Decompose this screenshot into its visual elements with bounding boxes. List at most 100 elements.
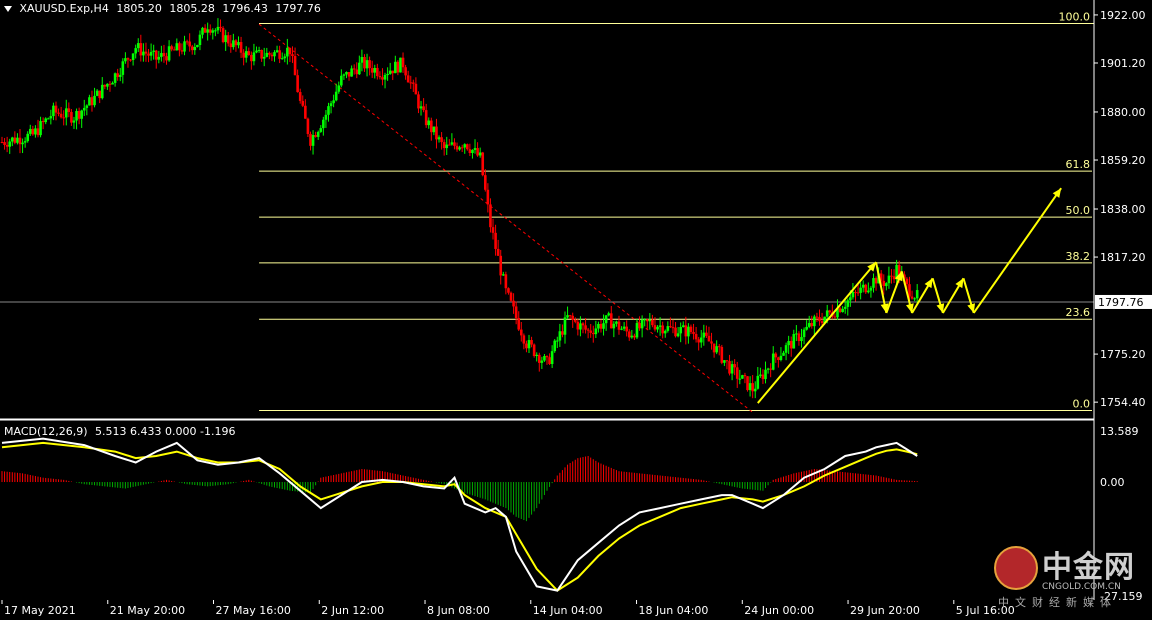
candle-body <box>730 364 734 374</box>
candle-body <box>530 340 533 345</box>
candle-body <box>720 346 724 363</box>
candle-body <box>537 354 541 363</box>
candle-body <box>525 343 528 349</box>
candle-body <box>782 352 785 356</box>
candle-body <box>771 353 775 370</box>
candle-body <box>103 84 107 87</box>
candle-body <box>725 360 729 362</box>
candle-body <box>579 323 582 330</box>
candle-body <box>756 375 760 389</box>
candle-body <box>890 275 893 277</box>
candle-body <box>468 149 472 154</box>
candle-body <box>301 100 305 106</box>
candle-body <box>638 323 641 329</box>
candle-body <box>640 319 644 329</box>
macd-axis-label: 0.00 <box>1100 476 1125 489</box>
candle-body <box>512 300 515 307</box>
candle-body <box>856 292 860 294</box>
candle-body <box>16 137 19 143</box>
fib-level-label: 23.6 <box>1066 306 1091 319</box>
watermark-name: 中金网 <box>1042 550 1135 585</box>
candle-body <box>378 76 382 78</box>
candle-body <box>828 310 832 313</box>
candle-body <box>172 49 176 51</box>
candle-body <box>72 120 76 123</box>
candle-body <box>167 46 171 61</box>
macd-panel <box>1 437 918 592</box>
candle-body <box>615 321 618 324</box>
candle-body <box>52 105 55 117</box>
candle-body <box>805 326 808 330</box>
symbol-label: XAUUSD.Exp,H4 <box>19 2 109 15</box>
candle-body <box>376 67 379 77</box>
time-axis-label: 24 Jun 00:00 <box>744 604 814 617</box>
trend-line <box>258 23 753 413</box>
candle-body <box>13 137 17 143</box>
candle-body <box>332 100 335 104</box>
time-axis-label: 29 Jun 20:00 <box>850 604 920 617</box>
candle-body <box>669 326 672 328</box>
candle-body <box>789 341 793 349</box>
candle-body <box>64 108 68 118</box>
candle-body <box>674 327 677 337</box>
price-axis-label: 1901.20 <box>1100 57 1146 70</box>
candle-body <box>504 274 508 289</box>
candle-body <box>764 369 767 380</box>
candle-body <box>3 142 6 145</box>
candle-body <box>363 56 366 69</box>
candle-body <box>617 321 621 330</box>
candle-body <box>584 325 587 330</box>
candle-body <box>810 323 814 327</box>
candle-body <box>543 356 546 361</box>
candle-body <box>373 67 377 73</box>
candle-body <box>748 383 752 391</box>
candle-body <box>651 319 654 326</box>
candle-body <box>280 58 284 60</box>
candle-body <box>892 276 896 280</box>
candle-body <box>352 68 356 70</box>
high-value: 1805.28 <box>169 2 215 15</box>
candle-body <box>645 319 649 322</box>
candle-body <box>242 52 245 58</box>
candle-body <box>442 142 446 149</box>
fib-level-label: 50.0 <box>1066 204 1091 217</box>
candle-body <box>813 316 816 327</box>
candle-body <box>260 49 263 59</box>
candle-body <box>463 144 467 148</box>
candle-body <box>394 61 397 74</box>
time-axis-label: 27 May 16:00 <box>216 604 291 617</box>
watermark: 中金网 CNGOLD.COM.CN 中文财经新媒体 <box>994 542 1144 612</box>
candle-body <box>165 56 168 61</box>
candle-body <box>882 280 886 287</box>
candle-body <box>522 335 526 344</box>
candle-body <box>268 52 271 55</box>
candle-body <box>586 329 590 331</box>
candle-body <box>527 340 531 349</box>
candle-body <box>208 29 212 33</box>
price-axis-label: 1838.00 <box>1100 203 1146 216</box>
candle-body <box>437 137 441 140</box>
projection-arrow-line <box>972 187 1062 314</box>
candle-body <box>162 53 166 57</box>
candle-body <box>311 135 315 146</box>
candle-body <box>304 105 307 119</box>
candle-body <box>656 326 659 330</box>
fib-level-label: 0.0 <box>1073 397 1091 410</box>
candle-body <box>507 288 510 293</box>
candle-body <box>491 227 495 233</box>
candle-body <box>324 114 328 120</box>
candle-body <box>322 119 325 129</box>
candle-body <box>368 60 371 69</box>
candle-body <box>466 144 469 150</box>
price-chart[interactable]: 100.061.850.038.223.60.0 1922.001901.201… <box>0 0 1152 620</box>
candle-body <box>849 297 852 301</box>
symbol-dropdown-icon[interactable] <box>4 6 12 12</box>
candle-body <box>609 313 613 329</box>
candle-body <box>751 383 754 392</box>
candle-body <box>815 316 819 318</box>
candle-body <box>514 306 518 318</box>
candle-body <box>702 332 706 338</box>
candle-body <box>386 73 389 76</box>
candle-body <box>430 120 433 133</box>
candle-body <box>432 126 436 133</box>
